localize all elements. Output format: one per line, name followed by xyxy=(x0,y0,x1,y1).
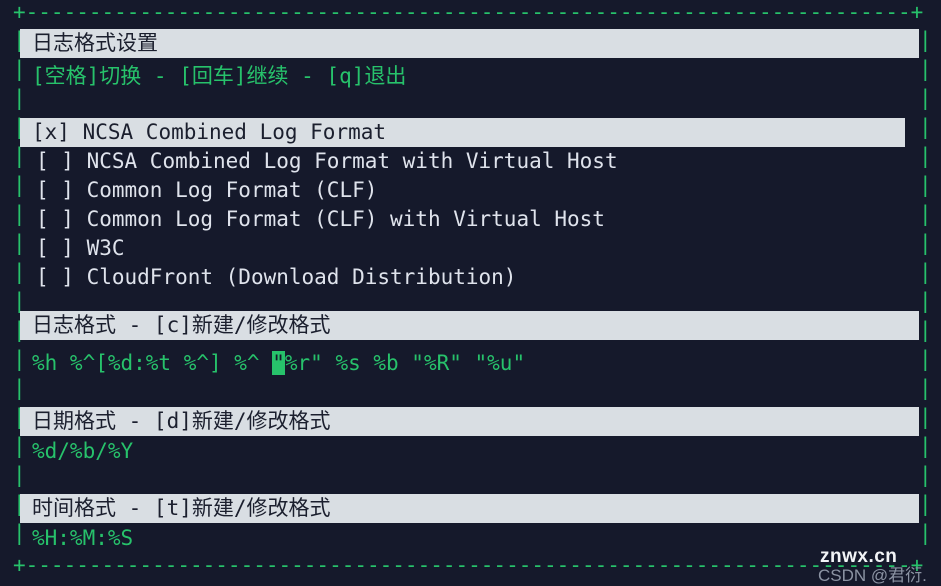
log-format-value-before: %h %^[%d:%t %^] %^ xyxy=(32,351,273,375)
window-bottom-border: +---------------------------------------… xyxy=(13,553,924,577)
log-format-option[interactable]: [ ] CloudFront (Download Distribution) xyxy=(20,263,516,292)
log-format-option[interactable]: [ ] Common Log Format (CLF) with Virtual… xyxy=(20,205,605,234)
time-format-value[interactable]: %H:%M:%S xyxy=(20,524,133,553)
log-format-option-label: NCSA Combined Log Format with Virtual Ho… xyxy=(73,149,618,173)
log-format-option[interactable]: [ ] NCSA Combined Log Format with Virtua… xyxy=(20,147,618,176)
log-format-option-marker: [ ] xyxy=(36,149,74,173)
log-format-option-label: NCSA Combined Log Format xyxy=(69,120,387,144)
log-format-header: 日志格式 - [c]新建/修改格式 xyxy=(20,311,919,340)
log-format-option-label: W3C xyxy=(73,236,125,260)
log-format-option[interactable]: [x] NCSA Combined Log Format xyxy=(20,118,905,147)
log-format-option-label: CloudFront (Download Distribution) xyxy=(73,265,517,289)
window-top-border: +---------------------------------------… xyxy=(13,0,924,24)
panel-title: 日志格式设置 xyxy=(20,29,919,58)
time-format-header: 时间格式 - [t]新建/修改格式 xyxy=(20,494,919,523)
log-format-option-marker: [ ] xyxy=(36,265,74,289)
log-format-option-marker: [x] xyxy=(32,120,70,144)
log-format-value-after: %r" %s %b "%R" "%u" xyxy=(284,351,526,375)
date-format-value[interactable]: %d/%b/%Y xyxy=(20,437,133,466)
terminal-screen: +---------------------------------------… xyxy=(0,0,941,586)
key-hints: [空格]切换 - [回车]继续 - [q]退出 xyxy=(32,64,407,88)
log-format-option-marker: [ ] xyxy=(36,236,74,260)
text-cursor: " xyxy=(272,351,285,375)
log-format-value[interactable]: %h %^[%d:%t %^] %^ "%r" %s %b "%R" "%u" xyxy=(20,349,525,378)
log-format-option-marker: [ ] xyxy=(36,178,74,202)
log-format-option-marker: [ ] xyxy=(36,207,74,231)
log-format-option-label: Common Log Format (CLF) with Virtual Hos… xyxy=(73,207,605,231)
log-format-option-label: Common Log Format (CLF) xyxy=(73,178,378,202)
log-format-option[interactable]: [ ] W3C xyxy=(20,234,125,263)
date-format-header: 日期格式 - [d]新建/修改格式 xyxy=(20,407,919,436)
watermark-secondary: CSDN @君衍. xyxy=(818,566,927,585)
log-format-option[interactable]: [ ] Common Log Format (CLF) xyxy=(20,176,377,205)
window-right-border: | | | | | | | | | | | | | | | | | | xyxy=(919,28,932,545)
